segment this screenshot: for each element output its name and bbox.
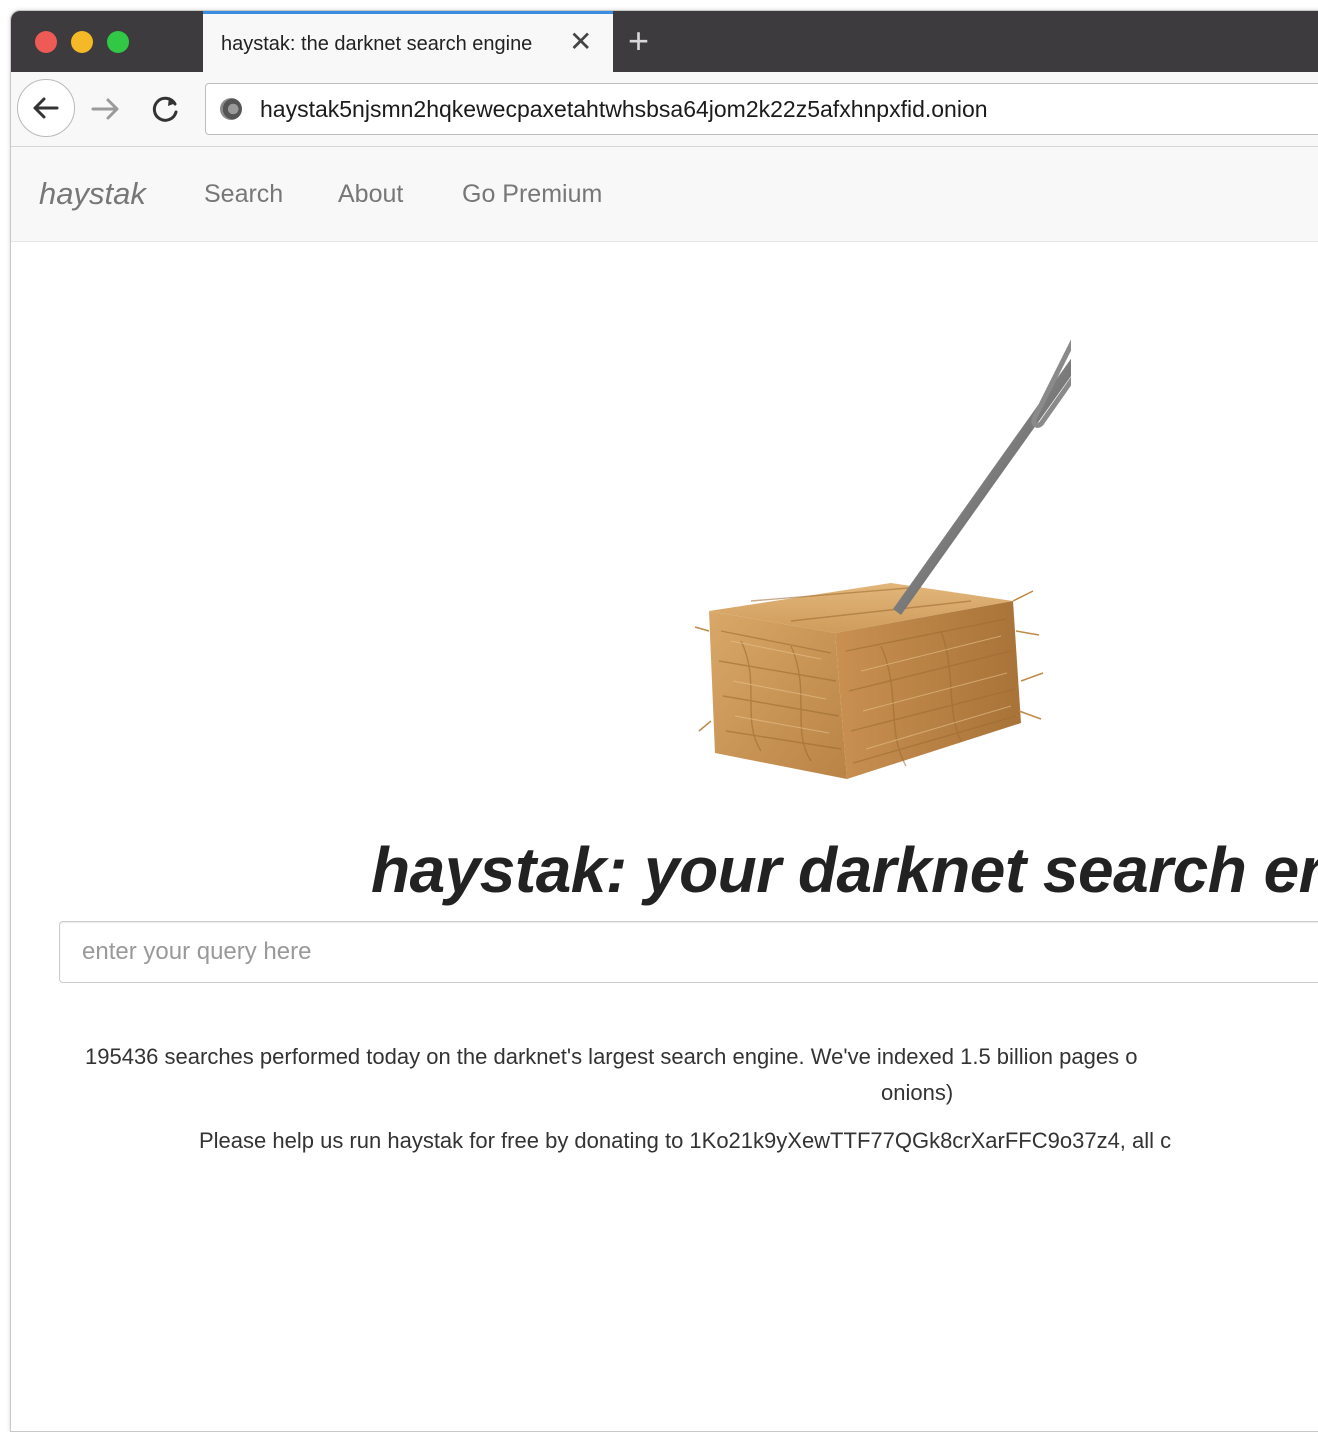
close-window-button[interactable] bbox=[35, 31, 57, 53]
back-button[interactable] bbox=[17, 79, 75, 137]
arrow-left-icon bbox=[33, 97, 59, 119]
browser-window: haystak: the darknet search engine ✕ + h… bbox=[10, 10, 1318, 1432]
maximize-window-button[interactable] bbox=[107, 31, 129, 53]
minimize-window-button[interactable] bbox=[71, 31, 93, 53]
nav-link-search[interactable]: Search bbox=[204, 180, 283, 209]
address-bar[interactable]: haystak5njsmn2hqkewecpaxetahtwhsbsa64jom… bbox=[205, 83, 1318, 135]
page-headline: haystak: your darknet search er bbox=[371, 834, 1318, 906]
site-navbar: haystak Search About Go Premium bbox=[11, 147, 1318, 242]
nav-link-about[interactable]: About bbox=[338, 180, 403, 209]
tab-title: haystak: the darknet search engine bbox=[221, 33, 533, 55]
reload-button[interactable] bbox=[149, 92, 183, 126]
onion-site-icon bbox=[220, 98, 242, 120]
brand-logo[interactable]: haystak bbox=[39, 176, 146, 212]
tab-bar: haystak: the darknet search engine ✕ + bbox=[11, 11, 1318, 72]
plus-icon[interactable]: + bbox=[628, 23, 649, 59]
close-icon[interactable]: ✕ bbox=[569, 28, 592, 56]
stats-line-2: onions) bbox=[881, 1080, 954, 1105]
active-tab[interactable]: haystak: the darknet search engine ✕ bbox=[203, 11, 613, 72]
url-text[interactable]: haystak5njsmn2hqkewecpaxetahtwhsbsa64jom… bbox=[260, 96, 988, 123]
haystack-needle-image bbox=[671, 301, 1109, 801]
forward-button[interactable] bbox=[89, 92, 123, 126]
search-input[interactable] bbox=[59, 921, 1318, 983]
haystack-illustration bbox=[694, 315, 1109, 779]
browser-toolbar: haystak5njsmn2hqkewecpaxetahtwhsbsa64jom… bbox=[11, 72, 1318, 147]
reload-icon bbox=[152, 96, 178, 122]
nav-link-go-premium[interactable]: Go Premium bbox=[462, 180, 602, 209]
search-stats: 195436 searches performed today on the d… bbox=[85, 1039, 1318, 1105]
stats-line-1: 195436 searches performed today on the d… bbox=[85, 1044, 1138, 1069]
donation-message: Please help us run haystak for free by d… bbox=[199, 1128, 1172, 1153]
arrow-right-icon bbox=[91, 98, 119, 120]
